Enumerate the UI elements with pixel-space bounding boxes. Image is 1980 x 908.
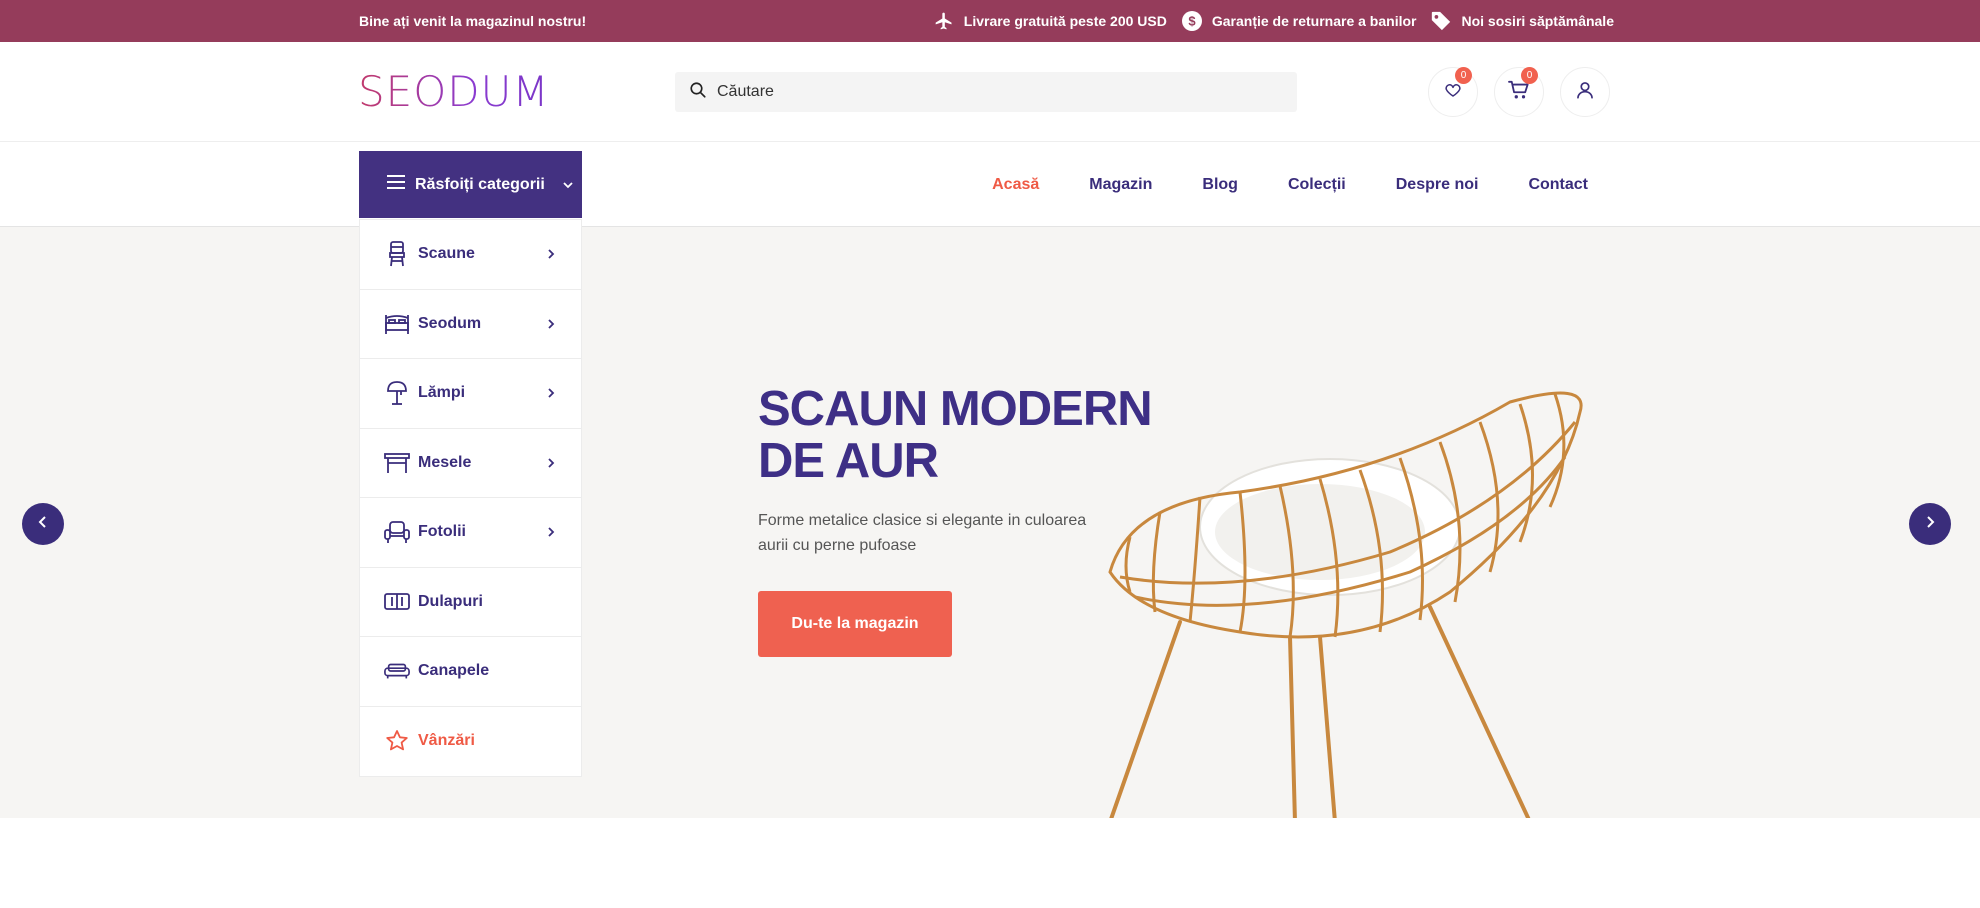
category-item-beds[interactable]: Seodum bbox=[360, 290, 581, 359]
chevron-right-icon bbox=[547, 525, 555, 543]
category-item-armchairs[interactable]: Fotolii bbox=[360, 498, 581, 568]
cart-count-badge: 0 bbox=[1521, 67, 1538, 84]
nav-link-blog[interactable]: Blog bbox=[1202, 176, 1238, 194]
perk-label: Livrare gratuită peste 200 USD bbox=[963, 13, 1167, 29]
category-label: Canapele bbox=[418, 662, 490, 680]
category-item-sofas[interactable]: Canapele bbox=[360, 637, 581, 707]
welcome-text: Bine ați venit la magazinul nostru! bbox=[359, 13, 587, 29]
category-label: Mesele bbox=[418, 453, 472, 471]
hero-subtitle: Forme metalice clasice si elegante in cu… bbox=[758, 512, 1087, 554]
main-menu: Acasă Magazin Blog Colecții Despre noi C… bbox=[992, 142, 1588, 227]
slider-next-button[interactable] bbox=[1909, 503, 1951, 545]
category-label: Vânzări bbox=[418, 732, 475, 750]
table-icon bbox=[384, 452, 410, 474]
chevron-right-icon bbox=[1925, 515, 1935, 534]
logo-text: SEODUM bbox=[358, 67, 550, 116]
go-to-shop-button[interactable]: Du-te la magazin bbox=[758, 591, 952, 657]
hamburger-icon bbox=[387, 175, 405, 194]
bed-icon bbox=[384, 313, 410, 335]
gold-chair-image bbox=[1108, 391, 1583, 818]
wardrobe-icon bbox=[384, 592, 410, 611]
account-button[interactable] bbox=[1560, 67, 1610, 117]
category-item-tables[interactable]: Mesele bbox=[360, 429, 581, 498]
slider-prev-button[interactable] bbox=[22, 503, 64, 545]
category-label: Dulapuri bbox=[418, 592, 483, 610]
wishlist-button[interactable]: 0 bbox=[1428, 67, 1478, 117]
cart-button[interactable]: 0 bbox=[1494, 67, 1544, 117]
airplane-icon bbox=[933, 11, 955, 31]
chevron-right-icon bbox=[547, 317, 555, 335]
perk-money-back: $ Garanție de returnare a banilor bbox=[1181, 10, 1417, 32]
browse-label: Răsfoiți categorii bbox=[415, 175, 545, 193]
star-icon bbox=[384, 729, 410, 753]
announcement-bar: Bine ați venit la magazinul nostru! Livr… bbox=[0, 0, 1980, 42]
site-logo[interactable]: SEODUM bbox=[358, 70, 550, 114]
nav-link-about[interactable]: Despre noi bbox=[1396, 176, 1479, 194]
nav-link-shop[interactable]: Magazin bbox=[1089, 176, 1152, 194]
category-label: Seodum bbox=[418, 314, 482, 332]
chair-icon bbox=[384, 241, 410, 267]
perk-new-arrivals: Noi sosiri săptămânale bbox=[1430, 10, 1614, 32]
category-label: Lămpi bbox=[418, 384, 466, 402]
chevron-right-icon bbox=[547, 247, 555, 265]
browse-categories-button[interactable]: Răsfoiți categorii bbox=[359, 151, 582, 218]
chevron-left-icon bbox=[38, 515, 48, 534]
sofa-icon bbox=[384, 662, 410, 680]
perk-free-shipping: Livrare gratuită peste 200 USD bbox=[933, 11, 1167, 31]
category-item-chairs[interactable]: Scaune bbox=[360, 220, 581, 290]
site-header: SEODUM 0 0 bbox=[0, 42, 1980, 142]
category-label: Fotolii bbox=[418, 523, 466, 541]
armchair-icon bbox=[384, 520, 410, 544]
search-icon[interactable] bbox=[689, 81, 707, 104]
category-label: Scaune bbox=[418, 245, 475, 263]
lamp-icon bbox=[384, 380, 410, 406]
nav-link-collections[interactable]: Colecții bbox=[1288, 176, 1346, 194]
heart-icon bbox=[1444, 81, 1462, 104]
dollar-icon: $ bbox=[1181, 10, 1203, 32]
svg-text:$: $ bbox=[1188, 14, 1196, 29]
chevron-right-icon bbox=[547, 456, 555, 474]
user-icon bbox=[1575, 80, 1595, 105]
tag-icon bbox=[1430, 10, 1452, 32]
category-item-lamps[interactable]: Lămpi bbox=[360, 359, 581, 429]
perks-list: Livrare gratuită peste 200 USD $ Garanți… bbox=[933, 0, 1614, 42]
chevron-down-icon bbox=[563, 176, 573, 194]
category-item-wardrobes[interactable]: Dulapuri bbox=[360, 568, 581, 637]
main-navbar: Răsfoiți categorii Acasă Magazin Blog Co… bbox=[0, 142, 1980, 227]
search-bar bbox=[675, 72, 1297, 112]
hero-slider: SCAUN MODERN DE AUR Forme metalice clasi… bbox=[0, 227, 1980, 818]
perk-label: Garanție de returnare a banilor bbox=[1211, 13, 1417, 29]
perk-label: Noi sosiri săptămânale bbox=[1461, 13, 1614, 29]
wishlist-count-badge: 0 bbox=[1455, 67, 1472, 84]
category-item-sales[interactable]: Vânzări bbox=[360, 707, 581, 777]
chevron-right-icon bbox=[547, 386, 555, 404]
categories-menu: Scaune Seodum Lămpi Mesele Fotolii Dulap bbox=[359, 219, 582, 777]
nav-link-home[interactable]: Acasă bbox=[992, 176, 1039, 194]
nav-link-contact[interactable]: Contact bbox=[1528, 176, 1588, 194]
search-input[interactable] bbox=[717, 83, 1277, 101]
